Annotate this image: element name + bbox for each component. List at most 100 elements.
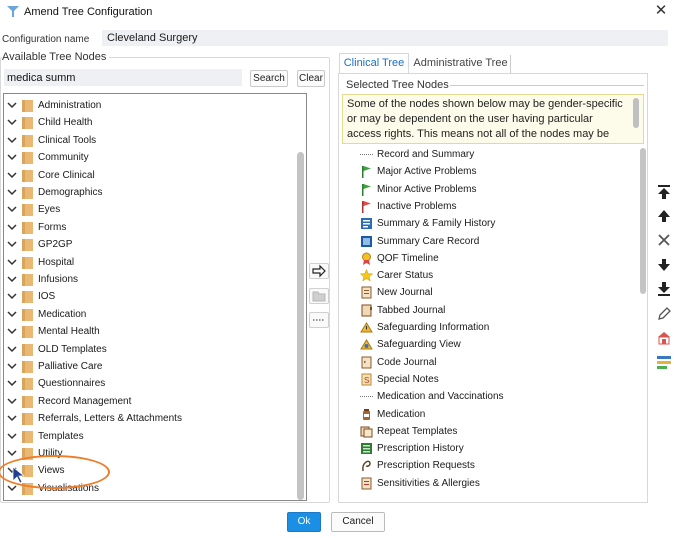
arrow-right-icon	[312, 264, 326, 278]
tree-node[interactable]: Community	[4, 150, 296, 167]
chevron-down-icon[interactable]	[6, 377, 18, 389]
move-up-icon[interactable]	[655, 207, 673, 225]
chevron-down-icon[interactable]	[6, 343, 18, 355]
selected-tree-node[interactable]: Prescription Requests	[358, 458, 638, 475]
tree-node[interactable]: Demographics	[4, 185, 296, 202]
selected-tree-node[interactable]: Summary & Family History	[358, 216, 638, 233]
chevron-down-icon[interactable]	[6, 99, 18, 111]
tree-node-label: Forms	[38, 221, 67, 233]
selected-nodes-label: Selected Tree Nodes	[346, 79, 449, 91]
selected-tree-node[interactable]: Tabbed Journal	[358, 303, 638, 320]
svg-text:S: S	[364, 376, 369, 385]
tree-node[interactable]: Forms	[4, 220, 296, 237]
tree-node[interactable]: Hospital	[4, 255, 296, 272]
selected-node-label: Summary Care Record	[377, 235, 480, 247]
ok-button[interactable]: Ok	[287, 512, 321, 532]
selected-tree-node[interactable]: Minor Active Problems	[358, 182, 638, 199]
cancel-button[interactable]: Cancel	[331, 512, 385, 532]
tree-node-label: Demographics	[38, 187, 103, 198]
chevron-down-icon[interactable]	[6, 430, 18, 442]
selected-tree-node[interactable]: Code Journal	[358, 355, 638, 372]
tree-node[interactable]: Mental Health	[4, 324, 296, 341]
chevron-down-icon[interactable]	[6, 395, 18, 407]
chevron-down-icon[interactable]	[6, 412, 18, 424]
chevron-down-icon[interactable]	[6, 238, 18, 250]
tree-node[interactable]: Referrals, Letters & Attachments	[4, 411, 296, 428]
tree-node-label: IOS	[38, 291, 56, 303]
tree-node[interactable]: Templates	[4, 429, 296, 446]
move-down-icon[interactable]	[655, 256, 673, 274]
set-home-icon[interactable]	[655, 329, 673, 347]
chevron-down-icon[interactable]	[6, 151, 18, 163]
selected-tree-node[interactable]: Medication	[358, 407, 638, 424]
info-scrollbar[interactable]	[633, 98, 639, 128]
selected-tree-node[interactable]: Prescription History	[358, 441, 638, 458]
selected-tree-node[interactable]: Medication and Vaccinations	[358, 389, 638, 406]
chevron-down-icon[interactable]	[6, 308, 18, 320]
add-folder-button[interactable]	[309, 288, 329, 304]
tree-node[interactable]: Record Management	[4, 394, 296, 411]
chevron-down-icon[interactable]	[6, 134, 18, 146]
search-button[interactable]: Search	[250, 70, 288, 87]
tree-node[interactable]: Palliative Care	[4, 359, 296, 376]
add-node-button[interactable]	[309, 263, 329, 279]
selected-node-label: Record and Summary	[377, 149, 475, 160]
folder-icon	[22, 360, 34, 373]
chevron-down-icon[interactable]	[6, 203, 18, 215]
tab-administrative-tree[interactable]: Administrative Tree	[411, 55, 511, 73]
tree-node[interactable]: Administration	[4, 98, 296, 115]
chevron-down-icon[interactable]	[6, 273, 18, 285]
selected-tree-node[interactable]: New Journal	[358, 285, 638, 302]
selected-tree-node[interactable]: Safeguarding View	[358, 337, 638, 354]
move-to-bottom-icon[interactable]	[655, 280, 673, 298]
green-flag-icon	[360, 165, 373, 179]
remove-icon[interactable]	[655, 231, 673, 249]
selected-tree-node[interactable]: Sensitivities & Allergies	[358, 476, 638, 493]
available-tree-scrollbar[interactable]	[297, 152, 304, 500]
selected-tree-node[interactable]: Carer Status	[358, 268, 638, 285]
tree-node-label: Eyes	[38, 204, 61, 216]
folder-icon	[22, 308, 34, 321]
tree-node[interactable]: Infusions	[4, 272, 296, 289]
selected-tree-node[interactable]: Major Active Problems	[358, 164, 638, 181]
tree-node[interactable]: Clinical Tools	[4, 133, 296, 150]
selected-tree-node[interactable]: Inactive Problems	[358, 199, 638, 216]
selected-tree-node[interactable]: Safeguarding Information	[358, 320, 638, 337]
chevron-down-icon[interactable]	[6, 186, 18, 198]
add-separator-button[interactable]	[309, 312, 329, 328]
tree-node[interactable]: Child Health	[4, 115, 296, 132]
tree-node[interactable]: Questionnaires	[4, 376, 296, 393]
chevron-down-icon[interactable]	[6, 256, 18, 268]
node-properties-icon[interactable]	[655, 353, 673, 371]
tab-clinical-tree[interactable]: Clinical Tree	[339, 53, 409, 73]
tree-node[interactable]: Core Clinical	[4, 168, 296, 185]
medication-bottle-icon	[360, 408, 373, 421]
chevron-down-icon[interactable]	[6, 360, 18, 372]
tree-node[interactable]: IOS	[4, 289, 296, 306]
folder-icon	[22, 238, 34, 252]
tabbed-journal-icon	[360, 304, 373, 317]
chevron-down-icon[interactable]	[6, 447, 18, 459]
chevron-down-icon[interactable]	[6, 221, 18, 233]
tree-node[interactable]: Eyes	[4, 202, 296, 219]
selected-tree-node[interactable]: Summary Care Record	[358, 234, 638, 251]
search-input[interactable]	[4, 69, 242, 86]
chevron-down-icon[interactable]	[6, 116, 18, 128]
selected-tree-node[interactable]: Record and Summary	[358, 147, 638, 164]
chevron-down-icon[interactable]	[6, 169, 18, 181]
selected-tree-node[interactable]: Repeat Templates	[358, 424, 638, 441]
configuration-name-field[interactable]: Cleveland Surgery	[102, 30, 668, 46]
tree-node[interactable]: OLD Templates	[4, 342, 296, 359]
close-icon[interactable]: ✕	[652, 2, 670, 20]
chevron-down-icon[interactable]	[6, 325, 18, 337]
selected-tree-node[interactable]: QOF Timeline	[358, 251, 638, 268]
tree-node[interactable]: GP2GP	[4, 237, 296, 254]
rename-pencil-icon[interactable]	[655, 305, 673, 323]
available-nodes-tree[interactable]: Administration Child Health Clinical Tools…	[3, 93, 307, 501]
selected-tree-scrollbar[interactable]	[640, 148, 646, 294]
move-to-top-icon[interactable]	[655, 183, 673, 201]
selected-tree-node[interactable]: S Special Notes	[358, 372, 638, 389]
chevron-down-icon[interactable]	[6, 290, 18, 302]
clear-button[interactable]: Clear	[297, 70, 325, 87]
tree-node[interactable]: Medication	[4, 307, 296, 324]
